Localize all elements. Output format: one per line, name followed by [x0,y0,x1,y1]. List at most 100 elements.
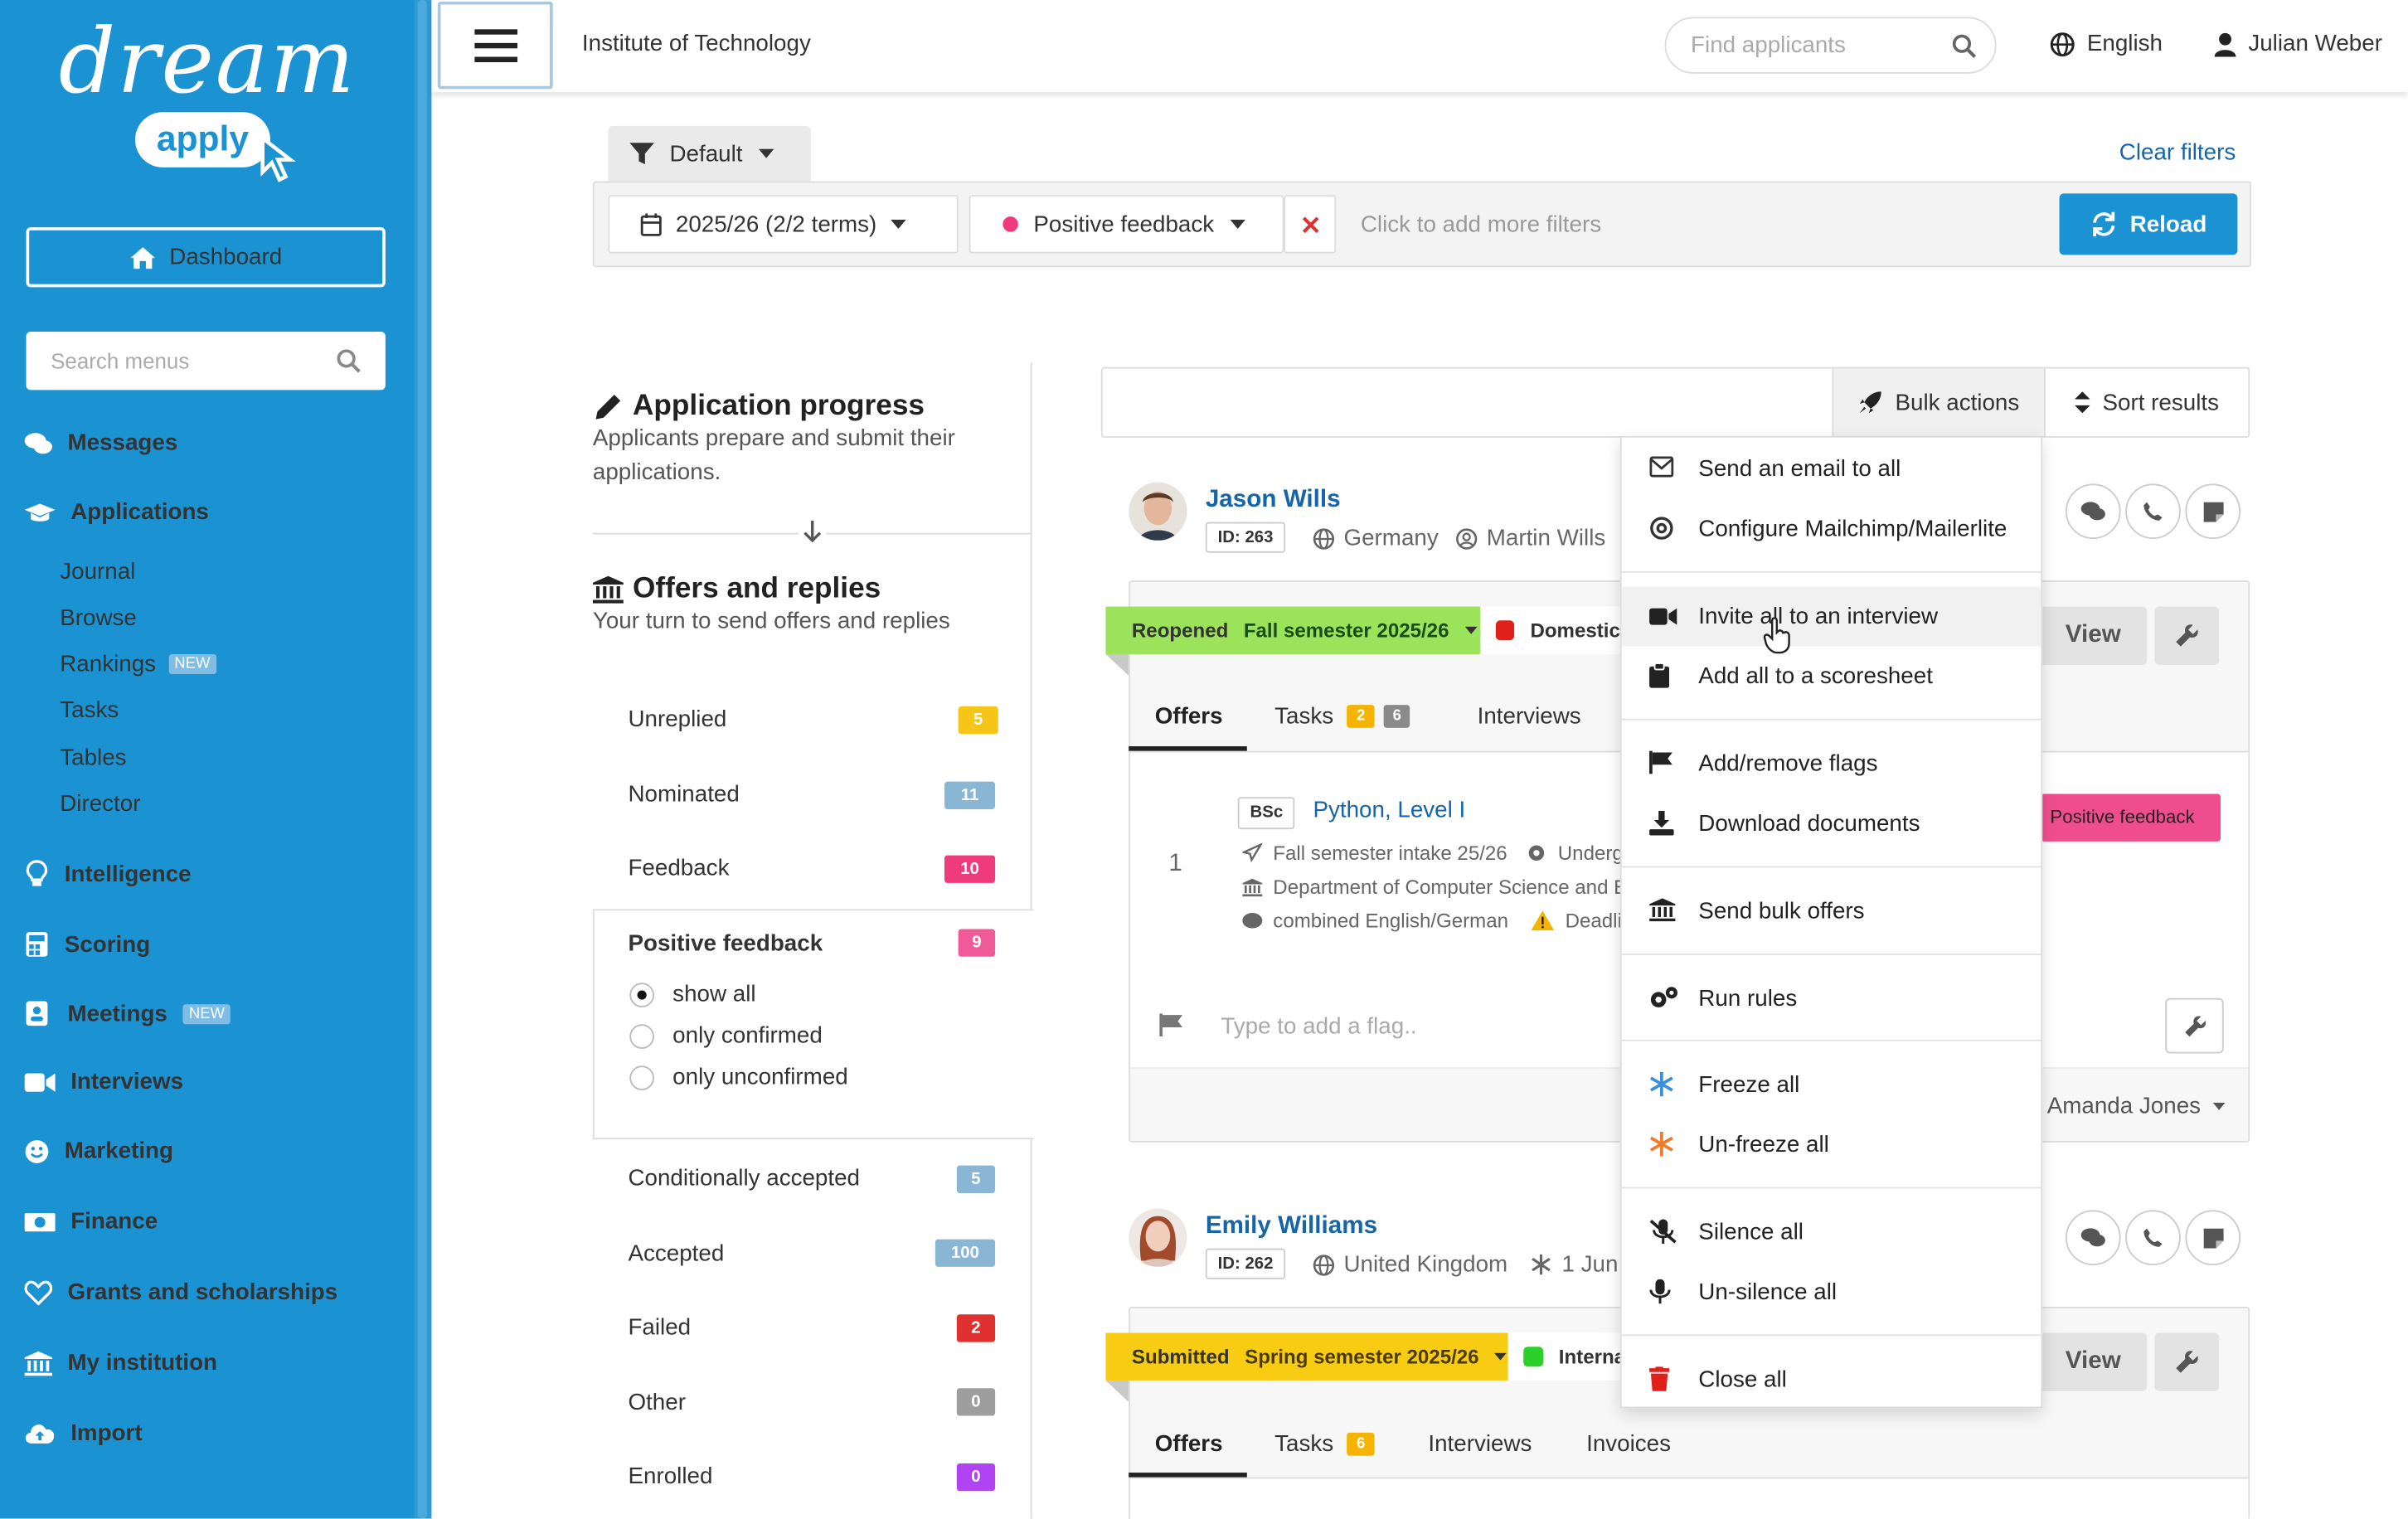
settings-button[interactable] [2154,606,2220,665]
clear-filters-link[interactable]: Clear filters [2119,140,2236,166]
sidebar-item-meetings[interactable]: Meetings NEW [25,1000,231,1027]
status-item-other[interactable]: Other [628,1390,685,1415]
status-item-feedback[interactable]: Feedback [628,856,729,881]
menu-item-send-email[interactable]: Send an email to all [1622,439,2041,499]
note-button[interactable] [2185,1210,2241,1266]
asterisk-icon [1532,1254,1551,1275]
flag-settings-button[interactable] [2165,997,2224,1054]
sidebar-item-browse[interactable]: Browse [60,605,137,631]
note-button[interactable] [2185,483,2241,540]
tab-tasks[interactable]: Tasks 6 [1274,1431,1375,1458]
institution-icon [1242,877,1263,896]
menu-item-run-rules[interactable]: Run rules [1622,969,2041,1029]
tab-interviews[interactable]: Interviews [1428,1431,1532,1457]
microphone-slash-icon [1649,1219,1677,1245]
status-item-positive-feedback[interactable]: Positive feedback [628,930,823,956]
status-item-unreplied[interactable]: Unreplied [628,706,726,732]
sidebar-item-my-institution[interactable]: My institution [24,1350,217,1376]
avatar[interactable] [1129,1208,1187,1267]
message-button[interactable] [2065,1210,2121,1266]
radio-button[interactable] [629,1065,654,1090]
status-item-nominated[interactable]: Nominated [628,782,739,808]
menu-item-label: Download documents [1698,810,1920,837]
menu-item-add-scoresheet[interactable]: Add all to a scoresheet [1622,647,2041,706]
tab-invoices[interactable]: Invoices [1586,1431,1671,1457]
status-item-failed[interactable]: Failed [628,1314,691,1340]
status-filter[interactable]: Positive feedback [969,195,1284,254]
assignee-selector[interactable]: Amanda Jones [2047,1094,2226,1119]
view-button[interactable]: View [2039,606,2148,665]
programme-link[interactable]: Python, Level I [1313,797,1465,823]
offer-status-tag[interactable]: Positive feedback [2041,793,2221,842]
sidebar-item-director[interactable]: Director [60,791,140,817]
bulk-actions-button[interactable]: Bulk actions [1832,368,2045,436]
application-progress-heading: Application progress [633,390,925,423]
sidebar-item-applications[interactable]: Applications [24,499,209,525]
radio-only-unconfirmed[interactable]: only unconfirmed [629,1064,848,1090]
remove-filter-button[interactable] [1284,195,1337,254]
sort-results-button[interactable]: Sort results [2044,368,2248,436]
add-filter-input[interactable]: Click to add more filters [1361,212,1601,238]
sidebar-item-marketing[interactable]: Marketing [25,1138,173,1164]
sidebar-item-tables[interactable]: Tables [60,745,126,770]
menu-item-invite-interview[interactable]: Invite all to an interview [1621,586,2041,647]
view-button[interactable]: View [2039,1332,2148,1391]
user-menu[interactable]: Julian Weber [2214,31,2382,57]
reload-button[interactable]: Reload [2059,193,2238,255]
sidebar-item-grants[interactable]: Grants and scholarships [24,1279,338,1305]
offers-replies-title: Offers and replies [592,573,881,607]
call-button[interactable] [2125,1210,2181,1266]
sidebar-item-import[interactable]: Import [25,1420,143,1447]
term-filter[interactable]: 2025/26 (2/2 terms) [608,195,959,254]
tab-offers[interactable]: Offers [1155,703,1223,729]
menu-item-unfreeze-all[interactable]: Un-freeze all [1622,1115,2041,1175]
sidebar-item-interviews[interactable]: Interviews [24,1069,183,1094]
dashboard-button[interactable]: Dashboard [26,227,386,288]
language-selector[interactable]: English [2050,31,2163,57]
gears-icon [1650,987,1677,1007]
tab-tasks[interactable]: Tasks 2 6 [1274,703,1411,730]
status-count: 9 [958,929,996,957]
menu-item-close-all[interactable]: Close all [1622,1350,2041,1410]
menu-item-unsilence-all[interactable]: Un-silence all [1622,1262,2041,1322]
applicant-name-link[interactable]: Jason Wills [1206,487,1341,514]
status-count: 5 [958,706,998,735]
menu-item-silence-all[interactable]: Silence all [1622,1202,2041,1262]
sidebar-item-rankings[interactable]: Rankings NEW [60,651,216,677]
radio-only-confirmed[interactable]: only confirmed [629,1022,823,1049]
sidebar-item-intelligence[interactable]: Intelligence [25,860,192,887]
flag-input[interactable]: Type to add a flag.. [1221,1013,1416,1039]
caret-down-icon [758,148,774,158]
radio-show-all[interactable]: show all [629,981,756,1007]
applicant-name-link[interactable]: Emily Williams [1206,1213,1377,1240]
avatar[interactable] [1129,482,1187,541]
sidebar-item-journal[interactable]: Journal [60,559,135,585]
menu-item-flags[interactable]: Add/remove flags [1622,734,2041,793]
menu-item-send-offers[interactable]: Send bulk offers [1622,881,2041,941]
message-button[interactable] [2065,483,2121,540]
sidebar-scrollbar[interactable] [415,0,432,1519]
find-applicants-input[interactable]: Find applicants [1664,17,1997,74]
status-item-conditionally-accepted[interactable]: Conditionally accepted [628,1166,860,1191]
status-item-enrolled[interactable]: Enrolled [628,1463,712,1489]
menu-item-configure-mailchimp[interactable]: Configure Mailchimp/Mailerlite [1622,499,2041,559]
filter-preset-tab[interactable]: Default [608,125,811,182]
radio-button[interactable] [629,1023,654,1048]
status-ribbon[interactable]: Submitted Spring semester 2025/26 [1105,1332,1508,1381]
menu-toggle-button[interactable] [437,1,553,90]
tab-label: Interviews [1428,1431,1532,1458]
sidebar-item-scoring[interactable]: Scoring [25,930,150,958]
call-button[interactable] [2125,483,2181,540]
tab-offers[interactable]: Offers [1155,1431,1223,1457]
tab-interviews[interactable]: Interviews [1478,703,1581,729]
menu-item-freeze-all[interactable]: Freeze all [1622,1055,2041,1114]
sidebar-item-finance[interactable]: Finance [24,1209,158,1235]
status-item-accepted[interactable]: Accepted [628,1240,724,1266]
sidebar-item-tasks[interactable]: Tasks [60,697,119,723]
menu-item-download-documents[interactable]: Download documents [1622,793,2041,853]
menu-search-input[interactable]: Search menus [26,332,386,391]
status-ribbon[interactable]: Reopened Fall semester 2025/26 [1105,606,1481,654]
radio-button[interactable] [629,982,654,1007]
settings-button[interactable] [2154,1332,2220,1391]
sidebar-item-messages[interactable]: Messages [24,430,178,456]
